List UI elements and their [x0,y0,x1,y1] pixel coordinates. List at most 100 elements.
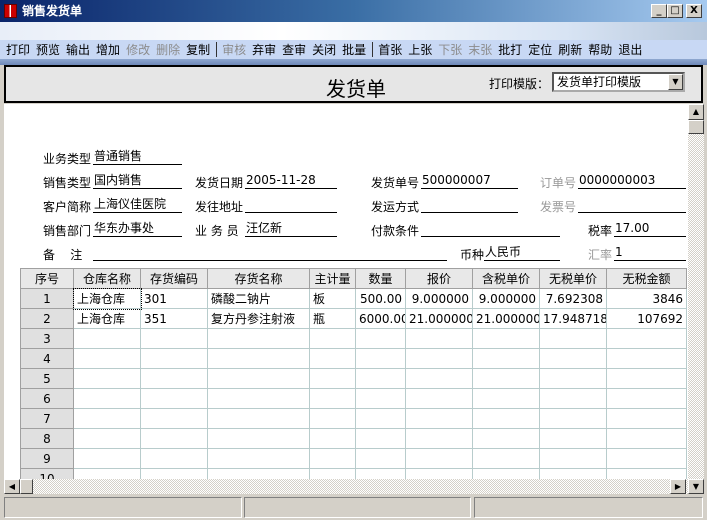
table-cell[interactable] [309,428,356,449]
table-cell[interactable]: 301 [140,288,208,309]
table-cell[interactable] [539,328,607,349]
column-header[interactable]: 报价 [405,268,473,289]
scroll-right-icon[interactable]: ▶ [670,479,686,494]
table-cell[interactable] [405,408,473,429]
scroll-thumb[interactable] [20,479,33,494]
toolbar-button[interactable]: 查审 [282,41,306,58]
table-cell[interactable] [355,428,406,449]
table-cell[interactable]: 6000.00 [355,308,406,329]
minimize-button[interactable]: _ [651,4,667,18]
invoice-no-field[interactable] [578,196,686,213]
table-cell[interactable] [606,408,687,429]
toolbar-button[interactable]: 审核 [222,41,246,58]
toolbar-button[interactable]: 复制 [186,41,210,58]
column-header[interactable]: 序号 [20,268,74,289]
table-cell[interactable] [309,368,356,389]
toolbar-button[interactable]: 输出 [66,41,90,58]
order-no-field[interactable]: 0000000003 [578,172,686,189]
table-cell[interactable]: 17.948718 [539,308,607,329]
table-cell[interactable] [309,328,356,349]
ship-addr-field[interactable] [245,196,337,213]
column-header[interactable]: 主计量 [309,268,356,289]
table-cell[interactable] [539,368,607,389]
table-cell[interactable]: 板 [309,288,356,309]
table-cell[interactable] [355,448,406,469]
table-cell[interactable] [355,348,406,369]
column-header[interactable]: 存货名称 [207,268,310,289]
chevron-down-icon[interactable]: ▼ [668,74,683,90]
table-cell[interactable]: 复方丹参注射液 [207,308,310,329]
scroll-thumb[interactable] [688,120,704,134]
table-row[interactable]: 1 上海仓库 301 磷酸二钠片板 500.00 9.000000 9.000000 7.69… [20,287,687,310]
table-cell[interactable] [355,388,406,409]
table-cell[interactable]: 21.000000 [472,308,540,329]
close-button[interactable]: X [686,4,702,18]
table-cell[interactable] [73,368,141,389]
table-cell[interactable] [606,328,687,349]
table-cell[interactable] [472,348,540,369]
table-cell[interactable]: 9.000000 [405,288,473,309]
table-cell[interactable] [472,388,540,409]
payment-field[interactable] [421,220,560,237]
table-row[interactable]: 7 [20,408,687,429]
table-cell[interactable] [472,428,540,449]
table-cell[interactable] [539,388,607,409]
table-row[interactable]: 5 [20,368,687,389]
table-cell[interactable] [73,348,141,369]
table-cell[interactable] [606,388,687,409]
column-header[interactable]: 仓库名称 [73,268,141,289]
table-cell[interactable]: 107692 [606,308,687,329]
table-cell[interactable] [73,388,141,409]
column-header[interactable]: 无税单价 [539,268,607,289]
table-cell[interactable] [606,448,687,469]
toolbar-button[interactable]: 批量 [342,41,366,58]
template-select[interactable]: 发货单打印模版 ▼ [552,72,685,92]
table-cell[interactable] [405,328,473,349]
table-row[interactable]: 9 [20,448,687,469]
table-cell[interactable]: 上海仓库 [73,308,141,329]
column-header[interactable]: 无税金额 [606,268,687,289]
ship-method-field[interactable] [421,196,518,213]
table-cell[interactable] [472,328,540,349]
table-cell[interactable] [73,328,141,349]
table-cell[interactable] [355,328,406,349]
table-cell[interactable]: 351 [140,308,208,329]
table-cell[interactable] [140,408,208,429]
toolbar-button[interactable]: 修改 [126,41,150,58]
table-cell[interactable]: 3846 [606,288,687,309]
table-cell[interactable] [207,408,310,429]
table-cell[interactable] [472,448,540,469]
table-cell[interactable] [207,348,310,369]
ship-date-field[interactable]: 2005-11-28 [245,172,337,189]
toolbar-button[interactable]: 弃审 [252,41,276,58]
column-header[interactable]: 数量 [355,268,406,289]
table-cell[interactable] [539,448,607,469]
toolbar-button[interactable]: 删除 [156,41,180,58]
table-cell[interactable] [73,428,141,449]
table-cell[interactable] [472,408,540,429]
table-cell[interactable] [539,408,607,429]
table-row[interactable]: 8 [20,428,687,449]
table-cell[interactable] [73,448,141,469]
table-cell[interactable] [472,368,540,389]
dept-field[interactable]: 华东办事处 [93,220,182,237]
toolbar-button[interactable]: 预览 [36,41,60,58]
table-cell[interactable] [539,348,607,369]
table-cell[interactable] [606,428,687,449]
table-cell[interactable] [606,348,687,369]
table-cell[interactable] [355,368,406,389]
table-row[interactable]: 6 [20,388,687,409]
ship-no-field[interactable]: 500000007 [421,172,518,189]
scroll-down-icon[interactable]: ▼ [688,479,704,494]
table-cell[interactable] [606,368,687,389]
scroll-up-icon[interactable]: ▲ [688,104,704,120]
table-row[interactable]: 4 [20,348,687,369]
toolbar-button[interactable]: 批打 [498,41,522,58]
table-cell[interactable]: 500.00 [355,288,406,309]
table-cell[interactable] [405,388,473,409]
table-cell[interactable] [207,428,310,449]
table-cell[interactable] [309,408,356,429]
table-cell[interactable]: 上海仓库 [72,287,142,310]
biz-type-field[interactable]: 普通销售 [93,148,182,165]
table-cell[interactable] [309,388,356,409]
